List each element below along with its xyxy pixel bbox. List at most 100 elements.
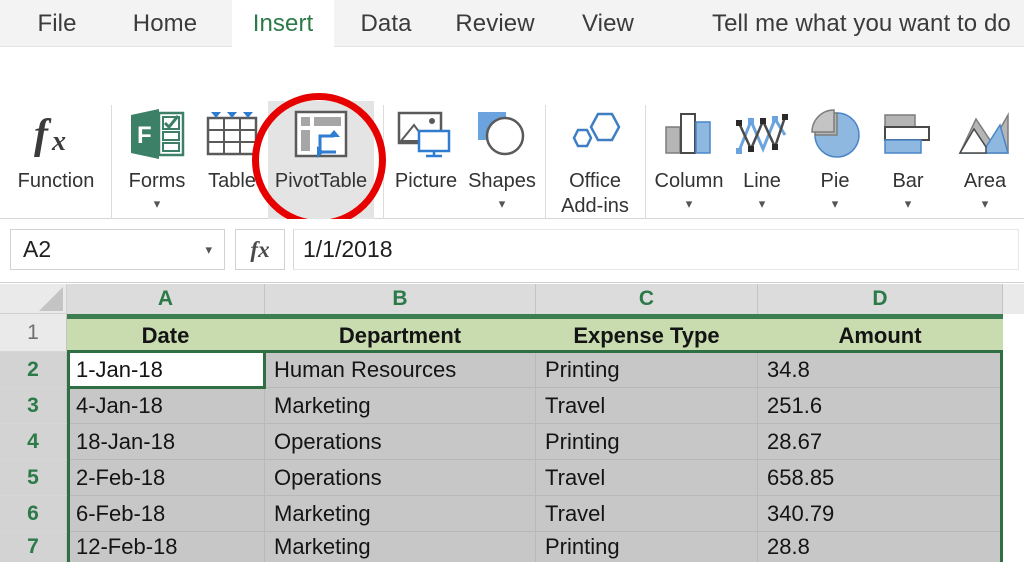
column-header-a-label: A: [158, 287, 173, 311]
ribbon-label-pie: Pie: [821, 169, 850, 194]
chevron-down-icon[interactable]: ▾: [832, 198, 839, 210]
tab-home-label: Home: [133, 10, 197, 38]
chevron-down-icon[interactable]: ▾: [759, 198, 766, 210]
cell-b5-value: Operations: [274, 465, 382, 491]
svg-text:f: f: [34, 112, 52, 158]
cell-b2[interactable]: Human Resources: [265, 352, 536, 388]
cell-c2[interactable]: Printing: [536, 352, 758, 388]
function-fx-icon: f x: [28, 101, 84, 167]
chevron-down-icon[interactable]: ▾: [499, 198, 506, 210]
cell-c7[interactable]: Printing: [536, 532, 758, 562]
cell-c5[interactable]: Travel: [536, 460, 758, 496]
name-box-value: A2: [11, 236, 205, 263]
tell-me-search[interactable]: Tell me what you want to do: [712, 0, 1022, 47]
select-all-corner[interactable]: [0, 284, 67, 314]
row-header-1-label: 1: [27, 321, 39, 345]
cell-a4[interactable]: 18-Jan-18: [67, 424, 265, 460]
row-header-7[interactable]: 7: [0, 532, 67, 562]
column-chart-icon: [660, 101, 718, 167]
ribbon-label-office-addins: Office Add-ins: [561, 169, 629, 219]
formula-input[interactable]: 1/1/2018: [293, 229, 1019, 270]
cell-c5-value: Travel: [545, 465, 605, 491]
cell-c7-value: Printing: [545, 534, 620, 560]
ribbon-button-area-chart[interactable]: Area ▾: [950, 101, 1020, 210]
tell-me-label: Tell me what you want to do: [712, 10, 1011, 38]
column-header-e[interactable]: [1003, 284, 1024, 314]
ribbon-button-column-chart[interactable]: Column ▾: [650, 101, 728, 210]
ribbon-label-function: Function: [18, 169, 95, 194]
ribbon-button-function[interactable]: f x Function: [6, 101, 106, 194]
cell-a3[interactable]: 4-Jan-18: [67, 388, 265, 424]
chevron-down-icon[interactable]: ▾: [905, 198, 912, 210]
row-header-2[interactable]: 2: [0, 352, 67, 388]
tab-file[interactable]: File: [18, 0, 96, 47]
cell-d4[interactable]: 28.67: [758, 424, 1003, 460]
cell-d5-value: 658.85: [767, 465, 834, 491]
cell-b6[interactable]: Marketing: [265, 496, 536, 532]
row-header-1[interactable]: 1: [0, 314, 67, 352]
cell-a5[interactable]: 2-Feb-18: [67, 460, 265, 496]
ribbon-button-picture[interactable]: Picture: [386, 101, 466, 194]
table-header-cell-expense-type[interactable]: Expense Type: [536, 319, 758, 352]
cell-b5[interactable]: Operations: [265, 460, 536, 496]
table-header-cell-department[interactable]: Department: [265, 319, 536, 352]
cell-d6[interactable]: 340.79: [758, 496, 1003, 532]
ribbon-button-forms[interactable]: F Forms ▾: [118, 101, 196, 210]
cell-b4[interactable]: Operations: [265, 424, 536, 460]
row-header-7-label: 7: [27, 535, 39, 559]
tab-home[interactable]: Home: [110, 0, 220, 47]
cell-c4[interactable]: Printing: [536, 424, 758, 460]
office-addins-line2: Add-ins: [561, 195, 629, 217]
chevron-down-icon[interactable]: ▾: [205, 242, 224, 258]
cell-a6[interactable]: 6-Feb-18: [67, 496, 265, 532]
table-header-cell-date[interactable]: Date: [67, 319, 265, 352]
cell-d2[interactable]: 34.8: [758, 352, 1003, 388]
cell-d5[interactable]: 658.85: [758, 460, 1003, 496]
row-header-6-label: 6: [27, 502, 39, 526]
ribbon-button-office-addins[interactable]: Office Add-ins: [551, 101, 639, 219]
ribbon-button-line-chart[interactable]: Line ▾: [728, 101, 796, 210]
tab-data[interactable]: Data: [346, 0, 426, 47]
chevron-down-icon[interactable]: ▾: [686, 198, 693, 210]
cell-c3[interactable]: Travel: [536, 388, 758, 424]
chevron-down-icon[interactable]: ▾: [154, 198, 161, 210]
ribbon-button-shapes[interactable]: Shapes ▾: [462, 101, 542, 210]
cell-b3[interactable]: Marketing: [265, 388, 536, 424]
tab-review[interactable]: Review: [440, 0, 550, 47]
tab-view[interactable]: View: [565, 0, 651, 47]
tab-view-label: View: [582, 10, 634, 38]
column-header-b[interactable]: B: [265, 284, 536, 314]
name-box[interactable]: A2 ▾: [10, 229, 225, 270]
ribbon-button-bar-chart[interactable]: Bar ▾: [874, 101, 942, 210]
cell-a7[interactable]: 12-Feb-18: [67, 532, 265, 562]
ribbon-label-area: Area: [964, 169, 1006, 194]
tab-review-label: Review: [455, 10, 534, 38]
cell-a2[interactable]: 1-Jan-18: [67, 352, 265, 388]
tab-data-label: Data: [360, 10, 411, 38]
ribbon-button-table[interactable]: Table: [200, 101, 264, 194]
tab-insert[interactable]: Insert: [232, 0, 334, 47]
row-header-4[interactable]: 4: [0, 424, 67, 460]
row-header-6[interactable]: 6: [0, 496, 67, 532]
pie-chart-icon: [806, 101, 864, 167]
column-header-c[interactable]: C: [536, 284, 758, 314]
row-header-3-label: 3: [27, 394, 39, 418]
ribbon-button-pie-chart[interactable]: Pie ▾: [802, 101, 868, 210]
forms-icon: F: [127, 101, 187, 167]
spreadsheet-grid: A B C D 1 2 3 4 5 6 7 Date Department Ex…: [0, 284, 1024, 562]
cell-d7[interactable]: 28.8: [758, 532, 1003, 562]
column-header-d[interactable]: D: [758, 284, 1003, 314]
table-header-cell-amount[interactable]: Amount: [758, 319, 1003, 352]
cell-b7[interactable]: Marketing: [265, 532, 536, 562]
chevron-down-icon[interactable]: ▾: [982, 198, 989, 210]
row-header-3[interactable]: 3: [0, 388, 67, 424]
office-addins-line1: Office: [569, 170, 621, 192]
ribbon-button-pivottable[interactable]: PivotTable: [268, 101, 374, 227]
insert-function-button[interactable]: fx: [235, 229, 285, 270]
column-header-a[interactable]: A: [67, 284, 265, 314]
table-icon: [204, 101, 260, 167]
row-header-5[interactable]: 5: [0, 460, 67, 496]
cell-d3[interactable]: 251.6: [758, 388, 1003, 424]
cell-c6[interactable]: Travel: [536, 496, 758, 532]
cell-a3-value: 4-Jan-18: [76, 393, 163, 419]
